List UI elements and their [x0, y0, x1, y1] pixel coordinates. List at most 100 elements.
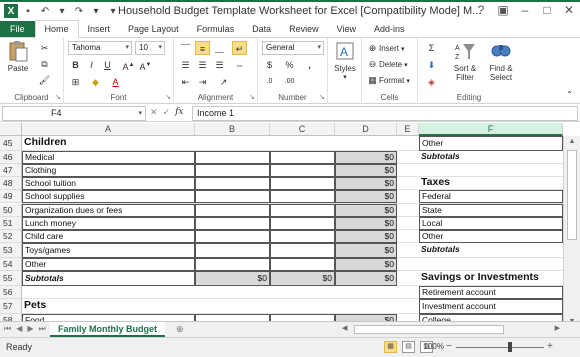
cell-d48[interactable]: $0: [335, 177, 397, 191]
cell-b50[interactable]: [195, 203, 270, 217]
cell-a48[interactable]: School tuition: [22, 177, 195, 191]
restore-ribbon-icon[interactable]: ▣: [496, 3, 510, 17]
vertical-scrollbar[interactable]: ▲ ▼: [563, 136, 580, 328]
horizontal-scrollbar[interactable]: ◀ ▶: [340, 324, 562, 335]
cell-d57[interactable]: [335, 299, 397, 314]
cell-c50[interactable]: [270, 203, 335, 217]
cell-f54[interactable]: [419, 258, 563, 271]
cell-a45[interactable]: Children: [22, 136, 195, 151]
collapse-ribbon-icon[interactable]: ⌃: [563, 88, 576, 101]
fill-icon[interactable]: ⬇: [424, 58, 439, 72]
column-header-d[interactable]: D: [335, 123, 397, 136]
merge-center-icon[interactable]: ⇔: [232, 58, 247, 72]
cell-a57[interactable]: Pets: [22, 299, 195, 314]
sheet-tab-family-monthly-budget[interactable]: Family Monthly Budget: [50, 322, 165, 337]
normal-view-icon[interactable]: ▦: [384, 341, 397, 353]
column-header-c[interactable]: C: [270, 123, 335, 136]
delete-cells-button[interactable]: ⊖ Delete ▾: [366, 58, 408, 71]
number-launcher-icon[interactable]: ↘: [319, 93, 325, 101]
orientation-icon[interactable]: ↗: [216, 75, 231, 89]
format-cells-button[interactable]: ▦ Format ▾: [366, 74, 410, 87]
currency-button[interactable]: $: [262, 58, 277, 72]
horizontal-scroll-thumb[interactable]: [354, 325, 504, 334]
cell-d52[interactable]: $0: [335, 229, 397, 244]
row-header-46[interactable]: 46: [0, 150, 22, 164]
row-header-51[interactable]: 51: [0, 216, 22, 230]
cell-a53[interactable]: Toys/games: [22, 243, 195, 258]
italic-button[interactable]: I: [84, 58, 99, 72]
font-name-combo[interactable]: Tahoma ▾: [68, 41, 132, 55]
cell-a56[interactable]: [22, 286, 195, 299]
column-header-e[interactable]: E: [397, 123, 419, 136]
cell-c46[interactable]: [270, 150, 335, 164]
bold-button[interactable]: B: [68, 58, 83, 72]
row-header-53[interactable]: 53: [0, 243, 22, 258]
cell-f57[interactable]: Investment account: [419, 298, 563, 314]
cell-d49[interactable]: $0: [335, 190, 397, 204]
redo-dropdown-icon[interactable]: ▾: [89, 4, 103, 18]
enter-icon[interactable]: ✓: [163, 107, 171, 118]
undo-icon[interactable]: ↶: [38, 4, 52, 18]
cell-f46[interactable]: Subtotals: [419, 151, 563, 164]
cell-c45[interactable]: [270, 136, 335, 151]
row-header-45[interactable]: 45: [0, 136, 22, 151]
help-icon[interactable]: ?: [474, 3, 488, 17]
cell-c47[interactable]: [270, 163, 335, 178]
redo-icon[interactable]: ↷: [72, 4, 86, 18]
clipboard-launcher-icon[interactable]: ↘: [55, 93, 61, 101]
cell-b55[interactable]: $0: [195, 271, 270, 286]
row-header-57[interactable]: 57: [0, 298, 22, 314]
cell-b45[interactable]: [195, 136, 270, 151]
cell-b53[interactable]: [195, 243, 270, 258]
font-color-icon[interactable]: A: [108, 75, 123, 89]
cell-b47[interactable]: [195, 163, 270, 178]
cell-c57[interactable]: [270, 299, 335, 314]
cell-a46[interactable]: Medical: [22, 150, 195, 164]
row-header-50[interactable]: 50: [0, 203, 22, 217]
cell-b48[interactable]: [195, 177, 270, 191]
cell-c51[interactable]: [270, 216, 335, 230]
maximize-icon[interactable]: □: [540, 3, 554, 17]
first-sheet-icon[interactable]: ⏮: [4, 324, 11, 334]
cell-f51[interactable]: Local: [419, 216, 563, 230]
zoom-slider[interactable]: [456, 347, 544, 348]
copy-button[interactable]: ⧉: [38, 58, 51, 71]
cell-d51[interactable]: $0: [335, 216, 397, 230]
row-header-54[interactable]: 54: [0, 257, 22, 271]
align-top-icon[interactable]: ⎺: [178, 41, 193, 55]
sort-filter-button[interactable]: AZ Sort & Filter: [448, 40, 482, 82]
tab-data[interactable]: Data: [243, 21, 280, 37]
column-header-f[interactable]: F: [419, 123, 563, 136]
number-format-combo[interactable]: General ▾: [262, 41, 324, 55]
cell-a52[interactable]: Child care: [22, 229, 195, 244]
tab-home[interactable]: Home: [34, 20, 79, 38]
percent-button[interactable]: %: [282, 58, 297, 72]
tab-insert[interactable]: Insert: [79, 21, 120, 37]
cell-f56[interactable]: Retirement account: [419, 285, 563, 299]
cell-a51[interactable]: Lunch money: [22, 216, 195, 230]
cell-d54[interactable]: $0: [335, 257, 397, 271]
zoom-slider-thumb[interactable]: [508, 342, 512, 352]
cell-a47[interactable]: Clothing: [22, 163, 195, 178]
cell-c54[interactable]: [270, 257, 335, 271]
row-header-47[interactable]: 47: [0, 163, 22, 178]
decrease-decimal-icon[interactable]: .00: [282, 75, 297, 89]
minimize-icon[interactable]: –: [518, 3, 532, 17]
decrease-indent-icon[interactable]: ⇤: [178, 75, 193, 89]
cell-d50[interactable]: $0: [335, 203, 397, 217]
borders-icon[interactable]: ⊞: [68, 75, 83, 89]
align-right-icon[interactable]: ☰: [212, 58, 227, 72]
align-bottom-icon[interactable]: ⎽: [212, 41, 227, 55]
cell-f55[interactable]: Savings or Investments: [419, 271, 563, 286]
grow-font-button[interactable]: A▲: [121, 58, 136, 72]
clear-icon[interactable]: ◈: [424, 75, 439, 89]
row-header-55[interactable]: 55: [0, 271, 22, 286]
cell-a50[interactable]: Organization dues or fees: [22, 203, 195, 217]
insert-cells-button[interactable]: ⊕ Insert ▾: [366, 42, 405, 55]
cell-d53[interactable]: $0: [335, 243, 397, 258]
save-icon[interactable]: ▪: [21, 4, 35, 18]
cell-c52[interactable]: [270, 229, 335, 244]
increase-decimal-icon[interactable]: .0: [262, 75, 277, 89]
cell-d45[interactable]: [335, 136, 397, 151]
align-left-icon[interactable]: ☰: [178, 58, 193, 72]
